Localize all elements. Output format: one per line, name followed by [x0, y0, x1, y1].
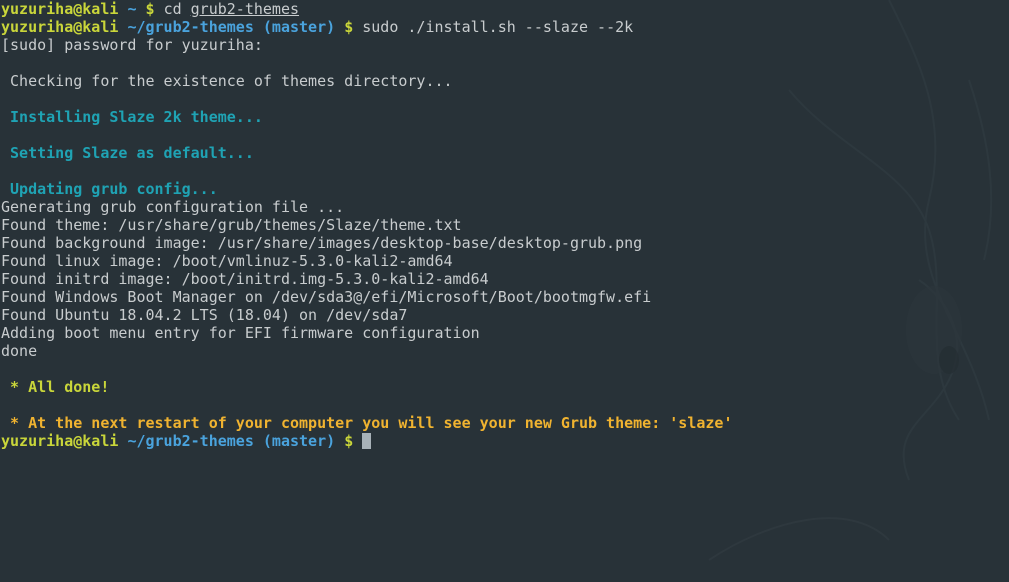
prompt-user-host: yuzuriha@kali: [1, 0, 119, 18]
output-found-theme: Found theme: /usr/share/grub/themes/Slaz…: [1, 216, 462, 234]
prompt-symbol: $: [145, 0, 155, 18]
output-found-initrd: Found initrd image: /boot/initrd.img-5.3…: [1, 270, 489, 288]
output-next-restart: * At the next restart of your computer y…: [1, 414, 733, 432]
prompt-path: ~/grub2-themes: [127, 18, 254, 36]
prompt-symbol: $: [344, 18, 354, 36]
command-line-cd: yuzuriha@kali ~ $ cd grub2-themes: [1, 0, 1007, 18]
prompt-path: ~/grub2-themes: [127, 432, 254, 450]
output-done: done: [1, 342, 38, 360]
command-cd: cd: [163, 0, 182, 18]
terminal-output[interactable]: yuzuriha@kali ~ $ cd grub2-themes yuzuri…: [1, 0, 1007, 582]
prompt-symbol: $: [344, 432, 354, 450]
prompt-git-branch: (master): [262, 18, 336, 36]
command-line-current[interactable]: yuzuriha@kali ~/grub2-themes (master) $: [1, 432, 1007, 450]
prompt-user-host: yuzuriha@kali: [1, 18, 119, 36]
output-setting-default: Setting Slaze as default...: [1, 144, 254, 162]
command-install: sudo ./install.sh --slaze --2k: [362, 18, 634, 36]
command-cd-argument: grub2-themes: [190, 0, 300, 18]
output-generating: Generating grub configuration file ...: [1, 198, 345, 216]
command-line-install: yuzuriha@kali ~/grub2-themes (master) $ …: [1, 18, 1007, 36]
output-updating-grub: Updating grub config...: [1, 180, 218, 198]
output-checking: Checking for the existence of themes dir…: [1, 72, 453, 90]
output-found-linux: Found linux image: /boot/vmlinuz-5.3.0-k…: [1, 252, 453, 270]
sudo-password-prompt: [sudo] password for yuzuriha:: [1, 36, 263, 54]
output-adding-efi: Adding boot menu entry for EFI firmware …: [1, 324, 480, 342]
text-cursor[interactable]: [362, 433, 372, 449]
prompt-path: ~: [127, 0, 137, 18]
output-all-done: * All done!: [1, 378, 110, 396]
output-found-windows: Found Windows Boot Manager on /dev/sda3@…: [1, 288, 652, 306]
prompt-user-host: yuzuriha@kali: [1, 432, 119, 450]
output-installing: Installing Slaze 2k theme...: [1, 108, 263, 126]
output-found-background: Found background image: /usr/share/image…: [1, 234, 643, 252]
output-found-ubuntu: Found Ubuntu 18.04.2 LTS (18.04) on /dev…: [1, 306, 408, 324]
prompt-git-branch: (master): [262, 432, 336, 450]
